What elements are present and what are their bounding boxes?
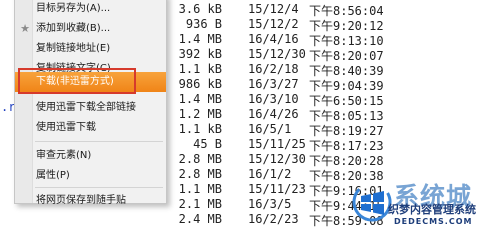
menu-item-copy-link-address[interactable]: 复制链接地址(E) — [15, 39, 166, 59]
file-date: 16/3/10 — [248, 92, 299, 106]
watermark-logo: 系统城 织梦内容管理系统 DEDECMS.COM — [352, 174, 500, 232]
file-size: 1.1 kB — [178, 62, 222, 76]
menu-item-thunder-download-all[interactable]: 使用迅雷下载全部链接 — [15, 98, 166, 118]
file-date: 15/12/4 — [248, 2, 299, 16]
menu-item-add-to-favorites[interactable]: ★ 添加到收藏(B)... — [15, 19, 166, 39]
star-icon: ★ — [20, 22, 30, 35]
menu-item-properties[interactable]: 属性(P) — [15, 166, 166, 186]
file-date: 16/3/5 — [248, 197, 292, 211]
windows-logo-icon — [352, 182, 392, 222]
menu-item-label: 将网页保存到随手贴 — [36, 195, 126, 206]
file-date: 16/4/16 — [248, 32, 299, 46]
file-date: 15/12/2 — [248, 17, 299, 31]
file-size: 936 B — [185, 17, 222, 31]
file-size: 1.1 MB — [178, 182, 222, 196]
file-date: 15/12/30 — [248, 152, 306, 166]
file-date: 16/2/18 — [248, 62, 299, 76]
menu-item-label: 使用迅雷下载 — [36, 122, 96, 133]
context-menu: 目标另存为(A)... ★ 添加到收藏(B)... 复制链接地址(E) 复制链接… — [14, 0, 167, 206]
file-size: 2.1 MB — [178, 197, 222, 211]
menu-item-label: 使用迅雷下载全部链接 — [36, 102, 136, 113]
menu-separator — [35, 141, 163, 142]
watermark-name: 织梦内容管理系统 — [388, 203, 476, 216]
file-date: 15/11/23 — [248, 182, 306, 196]
file-size: 1.1 kB — [178, 122, 222, 136]
highlight-annotation — [18, 68, 136, 94]
file-size: 45 B — [193, 137, 222, 151]
file-size: 2.8 MB — [178, 167, 222, 181]
file-size: 1.4 MB — [178, 32, 222, 46]
file-date: 15/12/30 — [248, 47, 306, 61]
file-size: 3.6 kB — [178, 2, 222, 16]
file-size: 1.2 MB — [178, 107, 222, 121]
file-date: 16/1/2 — [248, 167, 292, 181]
file-date: 16/5/1 — [248, 122, 292, 136]
menu-separator — [35, 187, 163, 188]
menu-item-label: 添加到收藏(B)... — [36, 23, 111, 34]
menu-item-inspect-element[interactable]: 审查元素(N) — [15, 146, 166, 166]
file-size: 1.4 MB — [178, 92, 222, 106]
file-date: 16/3/27 — [248, 77, 299, 91]
menu-item-thunder-download[interactable]: 使用迅雷下载 — [15, 118, 166, 138]
watermark-url: DEDECMS.COM — [394, 217, 473, 226]
file-date: 15/11/25 — [248, 137, 306, 151]
menu-item-save-target-as[interactable]: 目标另存为(A)... — [15, 0, 166, 19]
menu-item-label: 属性(P) — [36, 170, 70, 181]
file-size: 2.4 MB — [178, 212, 222, 226]
menu-item-label: 目标另存为(A)... — [36, 3, 111, 14]
file-size: 2.8 MB — [178, 152, 222, 166]
file-date: 16/2/23 — [248, 212, 299, 226]
menu-item-save-to-notes[interactable]: 将网页保存到随手贴 — [15, 191, 166, 211]
file-size: 392 kB — [178, 47, 222, 61]
file-size: 986 kB — [178, 77, 222, 91]
menu-item-label: 复制链接地址(E) — [36, 43, 111, 54]
menu-item-label: 审查元素(N) — [36, 150, 92, 161]
file-date: 16/4/26 — [248, 107, 299, 121]
